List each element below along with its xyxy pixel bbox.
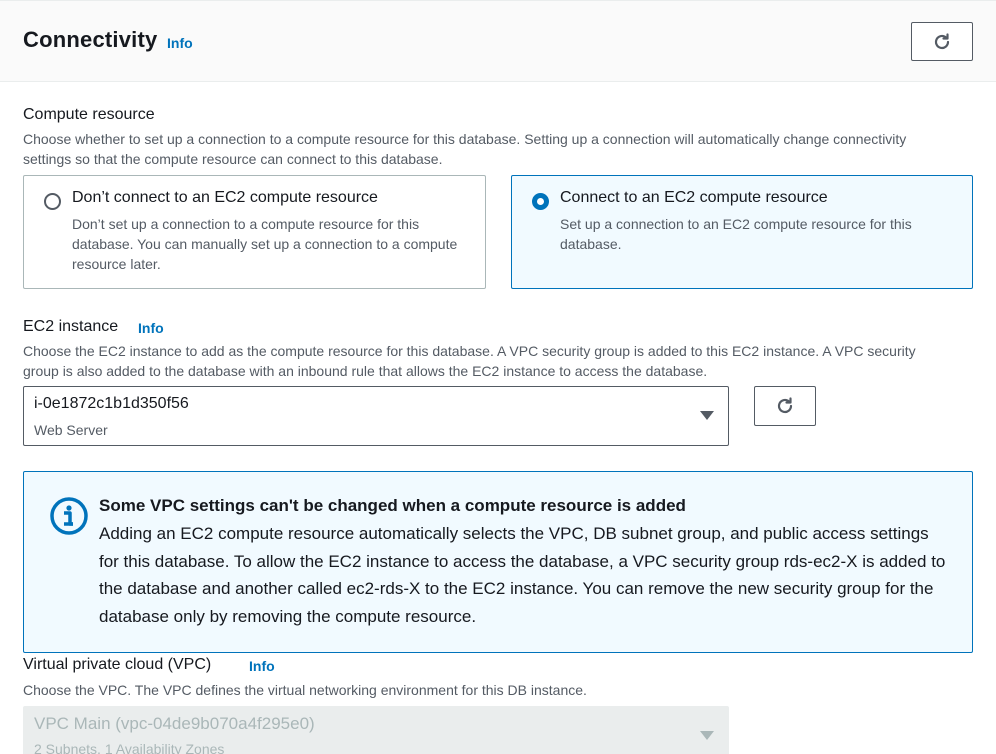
refresh-icon — [777, 397, 793, 414]
option-dont-connect-title: Don’t connect to an EC2 compute resource — [72, 189, 378, 206]
vpc-label: Virtual private cloud (VPC) — [23, 656, 212, 673]
option-connect-tile[interactable]: Connect to an EC2 compute resource Set u… — [511, 175, 973, 289]
ec2-instance-select[interactable]: i-0e1872c1b1d350f56 Web Server — [23, 386, 729, 446]
section-title: Connectivity — [23, 27, 158, 52]
ec2-instance-subtext: Web Server — [34, 422, 108, 438]
compute-resource-label: Compute resource — [23, 106, 155, 123]
caret-down-icon — [700, 731, 714, 740]
ec2-instance-description: Choose the EC2 instance to add as the co… — [23, 343, 916, 379]
vpc-value: VPC Main (vpc-04de9b070a4f295e0) — [34, 714, 315, 733]
vpc-info-link[interactable]: Info — [249, 658, 275, 674]
option-dont-connect-description: Don’t set up a connection to a compute r… — [72, 216, 458, 272]
info-link[interactable]: Info — [167, 35, 193, 51]
ec2-refresh-button[interactable] — [754, 386, 816, 426]
info-alert: Some VPC settings can't be changed when … — [23, 471, 973, 653]
ec2-instance-info-link[interactable]: Info — [138, 320, 164, 336]
section-header: Connectivity Info — [0, 0, 996, 82]
radio-connect[interactable] — [532, 193, 549, 210]
refresh-button[interactable] — [911, 22, 973, 61]
caret-down-icon — [700, 411, 714, 420]
vpc-description: Choose the VPC. The VPC defines the virt… — [23, 682, 587, 698]
radio-dont-connect[interactable] — [44, 193, 61, 210]
option-connect-description: Set up a connection to an EC2 compute re… — [560, 216, 912, 252]
alert-title: Some VPC settings can't be changed when … — [99, 496, 686, 515]
option-connect-title: Connect to an EC2 compute resource — [560, 189, 828, 206]
compute-resource-description: Choose whether to set up a connection to… — [23, 131, 907, 167]
vpc-subtext: 2 Subnets, 1 Availability Zones — [34, 741, 225, 754]
alert-body: Adding an EC2 compute resource automatic… — [99, 524, 946, 626]
vpc-select: VPC Main (vpc-04de9b070a4f295e0) 2 Subne… — [23, 706, 729, 754]
refresh-icon — [934, 32, 950, 49]
ec2-instance-value: i-0e1872c1b1d350f56 — [34, 395, 189, 412]
ec2-instance-label: EC2 instance — [23, 318, 119, 335]
option-dont-connect-tile[interactable]: Don’t connect to an EC2 compute resource… — [23, 175, 486, 289]
info-icon — [49, 496, 89, 541]
